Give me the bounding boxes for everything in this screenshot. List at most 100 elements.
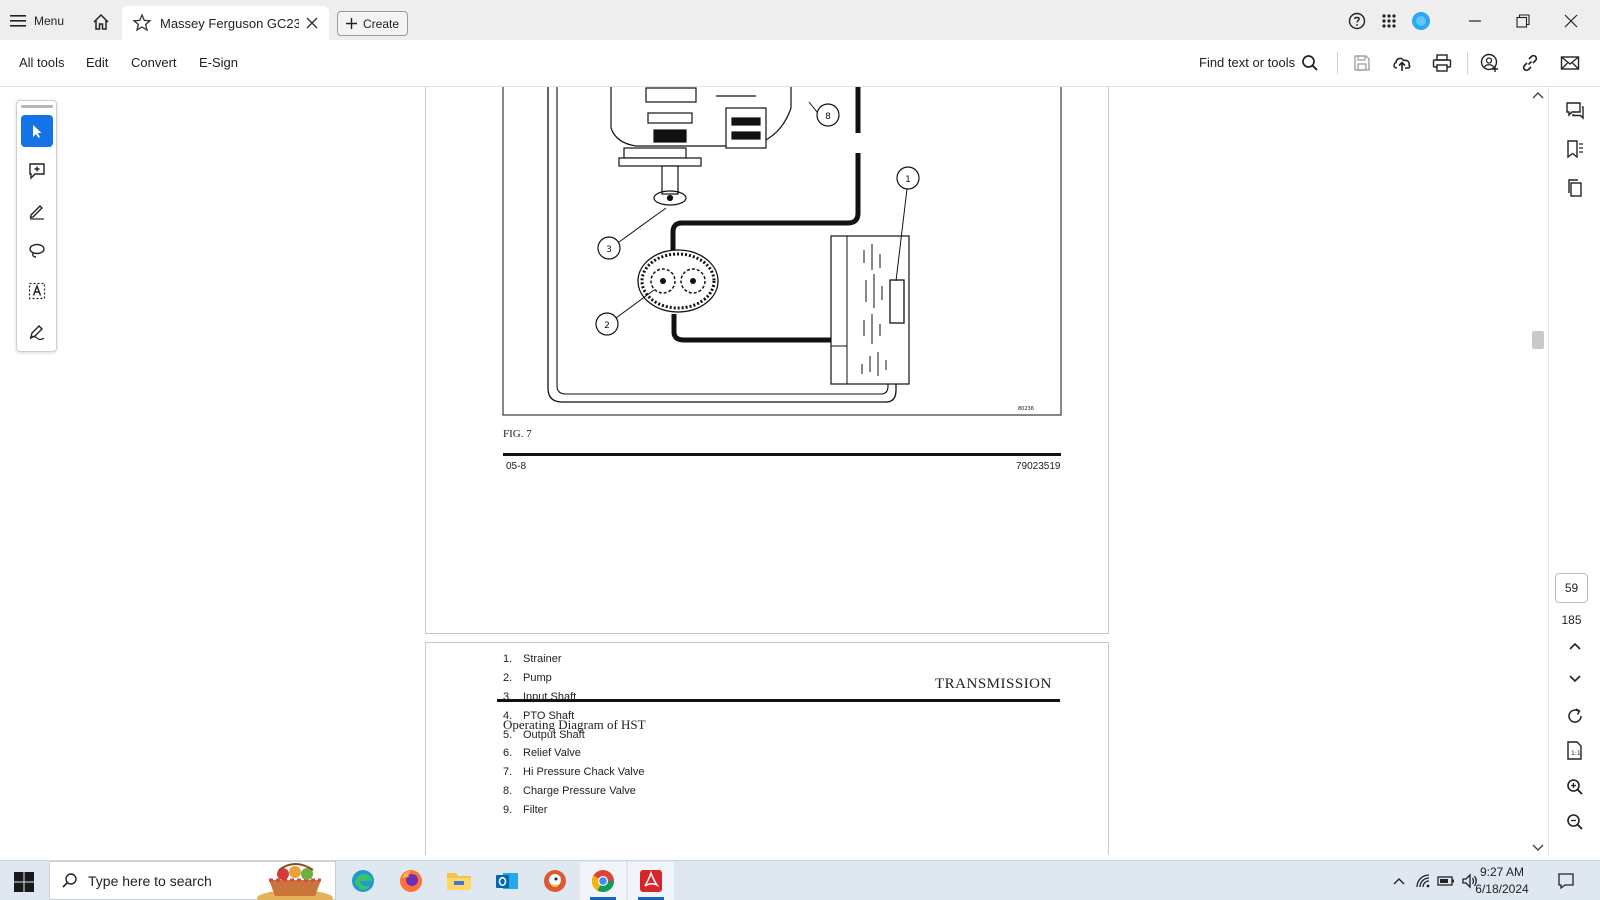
bookmark-icon: [1567, 140, 1583, 159]
legend-number: 8.: [503, 785, 513, 797]
page-footer-right: 79023519: [1016, 461, 1061, 472]
share-user-button[interactable]: [1478, 51, 1502, 75]
legend-item: 8. Charge Pressure Valve: [503, 785, 636, 797]
taskbar-chrome[interactable]: [580, 862, 626, 900]
legend-item: 9. Filter: [503, 804, 547, 816]
wifi-icon: [1416, 874, 1430, 888]
pages-panel-button[interactable]: [1563, 176, 1587, 200]
menu-all-tools[interactable]: All tools: [19, 55, 65, 70]
close-window-button[interactable]: [1556, 8, 1586, 34]
legend-number: 7.: [503, 766, 513, 778]
total-pages: 185: [1561, 613, 1582, 627]
document-tab[interactable]: Massey Ferguson GC23...: [122, 6, 329, 40]
tab-title: Massey Ferguson GC23...: [160, 15, 299, 31]
restore-icon: [1516, 14, 1530, 28]
create-button[interactable]: Create: [337, 11, 408, 36]
taskbar-firefox[interactable]: [388, 862, 434, 900]
bookmarks-panel-button[interactable]: [1563, 137, 1587, 161]
toolbar-divider: [1337, 52, 1338, 74]
menu-e-sign[interactable]: E-Sign: [199, 55, 238, 70]
section-rule: [497, 699, 1060, 702]
legend-label: Relief Valve: [523, 747, 581, 759]
draw-tool[interactable]: [21, 235, 53, 267]
scroll-down-icon[interactable]: [1532, 844, 1544, 852]
scroll-thumb[interactable]: [1532, 331, 1544, 349]
restore-button[interactable]: [1508, 8, 1538, 34]
show-hidden-icons-button[interactable]: [1390, 872, 1408, 890]
battery-button[interactable]: [1437, 872, 1455, 890]
comment-add-icon: [29, 163, 45, 180]
create-label: Create: [362, 16, 400, 31]
rotate-button[interactable]: [1563, 704, 1587, 728]
scroll-up-icon[interactable]: [1532, 91, 1544, 99]
signature-pen-icon: [29, 325, 45, 340]
minimize-button[interactable]: [1460, 8, 1490, 34]
home-button[interactable]: [89, 10, 113, 34]
sign-tool[interactable]: [21, 315, 53, 347]
notifications-button[interactable]: [1557, 872, 1575, 890]
find-text-or-tools[interactable]: Find text or tools: [1199, 55, 1295, 70]
highlight-tool[interactable]: [21, 195, 53, 227]
title-bar: Menu Massey Ferguson GC23... Create: [0, 0, 1600, 40]
legend-item: 7. Hi Pressure Chack Valve: [503, 766, 644, 778]
mail-icon: [1560, 56, 1580, 70]
close-icon[interactable]: [305, 16, 319, 30]
text-recognition-tool[interactable]: [21, 275, 53, 307]
menu-edit[interactable]: Edit: [86, 55, 108, 70]
legend-item: 4. PTO Shaft: [503, 710, 574, 722]
toolbar-divider: [1467, 52, 1468, 74]
menu-convert[interactable]: Convert: [131, 55, 177, 70]
callout-8: 8: [825, 112, 831, 122]
apps-button[interactable]: [1376, 8, 1402, 34]
select-tool[interactable]: [21, 115, 53, 147]
network-button[interactable]: [1414, 872, 1432, 890]
profile-button[interactable]: [1408, 8, 1434, 34]
taskbar-search-input[interactable]: Type here to search: [49, 861, 336, 900]
menu-label: Menu: [34, 14, 65, 28]
help-button[interactable]: [1344, 8, 1370, 34]
system-clock[interactable]: 9:27 AM 6/18/2024: [1465, 864, 1539, 898]
search-icon: [1302, 55, 1318, 71]
legend-item: 5. Output Shaft: [503, 729, 585, 741]
legend-number: 1.: [503, 653, 513, 665]
add-comment-tool[interactable]: [21, 155, 53, 187]
hst-hydraulic-diagram: 8 1 3 2 80236: [502, 87, 1062, 456]
next-page-button[interactable]: [1563, 667, 1587, 691]
save-button[interactable]: [1350, 51, 1374, 75]
comments-panel-button[interactable]: [1563, 99, 1587, 123]
figure-code: 80236: [1018, 406, 1034, 412]
pen-icon: [29, 205, 44, 220]
print-button[interactable]: [1430, 51, 1454, 75]
copy-link-button[interactable]: [1518, 51, 1542, 75]
windows-start-icon[interactable]: [12, 870, 36, 894]
taskbar-duckduckgo[interactable]: [532, 862, 578, 900]
taskbar-acrobat[interactable]: [628, 862, 674, 900]
right-rail: 1:1: [1548, 87, 1600, 855]
chrome-icon: [592, 870, 614, 892]
menu-button[interactable]: Menu: [10, 9, 64, 33]
section-title: TRANSMISSION: [935, 676, 1052, 692]
firefox-icon: [400, 870, 422, 892]
callout-3: 3: [606, 245, 612, 255]
current-page-input[interactable]: 59: [1555, 573, 1588, 603]
vertical-scrollbar[interactable]: [1527, 87, 1548, 855]
home-icon: [93, 13, 109, 30]
taskbar-file-explorer[interactable]: [436, 862, 482, 900]
page-fit-button[interactable]: 1:1: [1563, 739, 1587, 763]
email-button[interactable]: [1558, 51, 1582, 75]
legend-label: Output Shaft: [523, 729, 585, 741]
taskbar-edge[interactable]: [340, 862, 386, 900]
apps-grid-icon: [1382, 14, 1396, 28]
taskbar-outlook[interactable]: [484, 862, 530, 900]
zoom-in-button[interactable]: [1563, 775, 1587, 799]
panel-grip[interactable]: [21, 105, 53, 108]
upload-button[interactable]: [1390, 51, 1414, 75]
legend-label: PTO Shaft: [523, 710, 575, 722]
zoom-out-button[interactable]: [1563, 810, 1587, 834]
search-button[interactable]: [1298, 51, 1322, 75]
previous-page-button[interactable]: [1563, 634, 1587, 658]
document-viewport[interactable]: 8 1 3 2 80236 FIG. 7 05-8 79023519 TRANS…: [0, 87, 1548, 855]
callout-1: 1: [905, 175, 911, 185]
legend-label: Input Shaft: [523, 691, 577, 703]
star-icon[interactable]: [132, 13, 152, 33]
